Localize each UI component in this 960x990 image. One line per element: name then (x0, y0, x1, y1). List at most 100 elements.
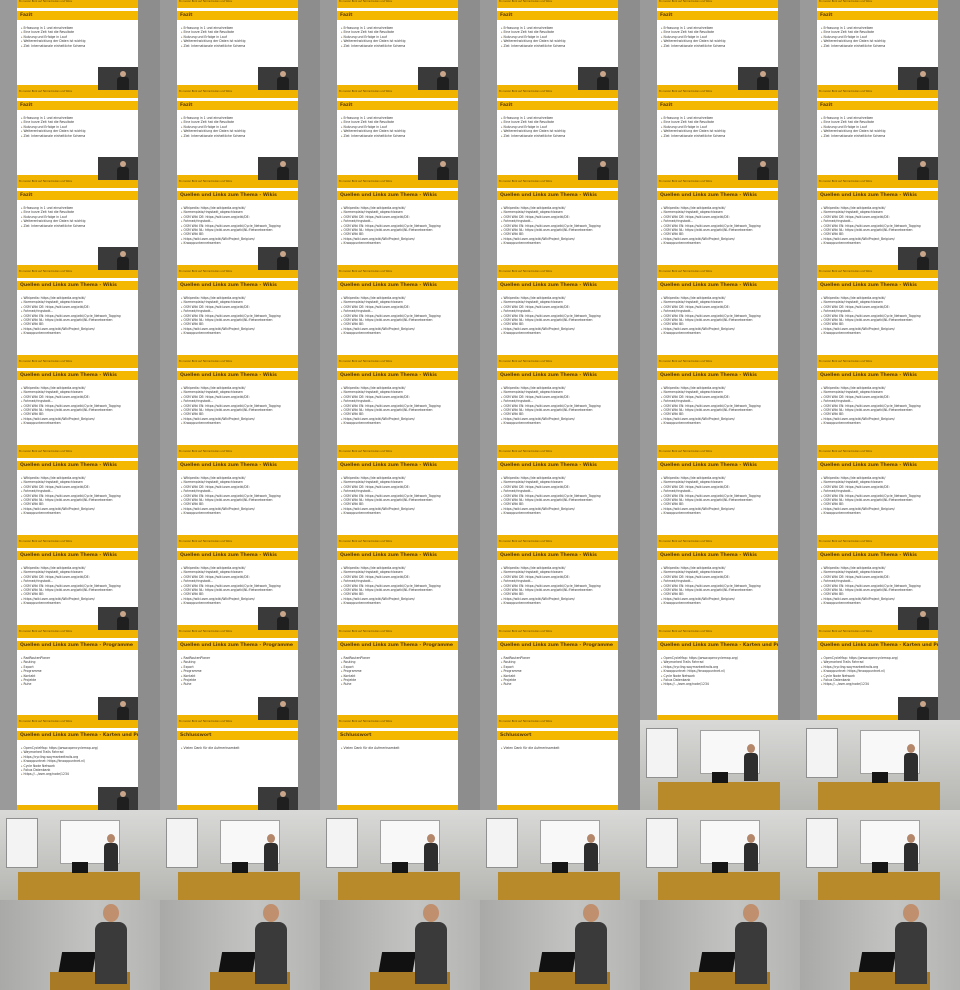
slide-bullet-list: Wikipedia: https://de.wikipedia.org/wiki… (501, 296, 616, 336)
slide-thumbnail[interactable]: Ein kurzer Blick auf Fahrradrouten und W… (480, 90, 640, 180)
slide-thumbnail[interactable]: Ein kurzer Blick auf Fahrradrouten und W… (160, 720, 320, 810)
slide-bullet: Knooppuntennetwerken (661, 511, 776, 515)
slide-thumbnail[interactable]: Ein kurzer Blick auf Fahrradrouten und W… (320, 540, 480, 630)
slide-thumbnail[interactable]: Ein kurzer Blick auf Fahrradrouten und W… (480, 540, 640, 630)
slide-thumbnail[interactable]: Ein kurzer Blick auf Fahrradrouten und W… (0, 540, 160, 630)
slide-thumbnail[interactable]: Ein kurzer Blick auf Fahrradrouten und W… (640, 540, 800, 630)
slide-thumbnail[interactable]: Ein kurzer Blick auf Fahrradrouten und W… (320, 270, 480, 360)
slide-thumbnail[interactable]: Ein kurzer Blick auf Fahrradrouten und W… (800, 540, 960, 630)
slide-thumbnail[interactable]: Ein kurzer Blick auf Fahrradrouten und W… (160, 90, 320, 180)
slide-thumbnail[interactable]: Ein kurzer Blick auf Fahrradrouten und W… (640, 360, 800, 450)
lecture-room-thumbnail[interactable] (640, 810, 800, 900)
speaker-closeup-thumbnail[interactable] (480, 900, 640, 990)
slide-thumbnail[interactable]: Ein kurzer Blick auf Fahrradrouten und W… (0, 180, 160, 270)
slide-thumbnail[interactable]: Ein kurzer Blick auf Fahrradrouten und W… (640, 90, 800, 180)
slide-bullet-list: Erfassung in 1 und einschreibenEine kurz… (661, 116, 776, 138)
slide-bullet: https://.../osm.org/node/1234 (661, 682, 776, 686)
slide-thumbnail[interactable]: Ein kurzer Blick auf Fahrradrouten und W… (480, 360, 640, 450)
speaker-closeup-thumbnail[interactable] (640, 900, 800, 990)
speaker-body (917, 77, 929, 90)
slide-thumbnail[interactable]: Ein kurzer Blick auf Fahrradrouten und W… (800, 0, 960, 90)
slide-thumbnail[interactable]: Ein kurzer Blick auf Fahrradrouten und W… (640, 270, 800, 360)
room-window (646, 818, 678, 868)
slide-bullet: Ruhe (501, 682, 616, 686)
slide-title: Schlusswort (180, 732, 212, 738)
room-desk (178, 872, 300, 900)
lecture-room-thumbnail[interactable] (160, 810, 320, 900)
slide-thumbnail[interactable]: Ein kurzer Blick auf Fahrradrouten und W… (320, 180, 480, 270)
speaker-closeup-thumbnail[interactable] (800, 900, 960, 990)
slide-page: Ein kurzer Blick auf Fahrradrouten und W… (497, 360, 618, 450)
slide-thumbnail[interactable]: Ein kurzer Blick auf Fahrradrouten und W… (480, 450, 640, 540)
slide-thumbnail[interactable]: Ein kurzer Blick auf Fahrradrouten und W… (160, 630, 320, 720)
speaker-pip (898, 157, 938, 180)
slide-page: Ein kurzer Blick auf Fahrradrouten und W… (337, 540, 458, 630)
slide-header-band: Ein kurzer Blick auf Fahrradrouten und W… (177, 270, 298, 278)
slide-bullet: Knooppuntennetwerken (821, 511, 936, 515)
slide-thumbnail[interactable]: Ein kurzer Blick auf Fahrradrouten und W… (800, 630, 960, 720)
slide-thumbnail[interactable]: Ein kurzer Blick auf Fahrradrouten und W… (160, 0, 320, 90)
slide-page: Ein kurzer Blick auf Fahrradrouten und W… (817, 450, 938, 540)
lecture-room-thumbnail[interactable] (640, 720, 800, 810)
slide-header-band: Ein kurzer Blick auf Fahrradrouten und W… (657, 360, 778, 368)
slide-thumbnail[interactable]: Ein kurzer Blick auf Fahrradrouten und W… (0, 90, 160, 180)
slide-thumbnail[interactable]: Ein kurzer Blick auf Fahrradrouten und W… (160, 450, 320, 540)
slide-thumbnail[interactable]: Ein kurzer Blick auf Fahrradrouten und W… (800, 450, 960, 540)
slide-thumbnail[interactable]: Ein kurzer Blick auf Fahrradrouten und W… (640, 180, 800, 270)
slide-thumbnail[interactable]: Ein kurzer Blick auf Fahrradrouten und W… (640, 450, 800, 540)
speaker-closeup-thumbnail[interactable] (0, 900, 160, 990)
slide-thumbnail[interactable]: Ein kurzer Blick auf Fahrradrouten und W… (160, 540, 320, 630)
slide-thumbnail[interactable]: Ein kurzer Blick auf Fahrradrouten und W… (480, 180, 640, 270)
lecture-room-thumbnail[interactable] (800, 810, 960, 900)
slide-thumbnail[interactable]: Ein kurzer Blick auf Fahrradrouten und W… (800, 90, 960, 180)
speaker-head (427, 834, 435, 843)
slide-thumbnail[interactable]: Ein kurzer Blick auf Fahrradrouten und W… (320, 0, 480, 90)
slide-title: Quellen und Links zum Thema - Karten und… (820, 642, 938, 648)
slide-thumbnail[interactable]: Ein kurzer Blick auf Fahrradrouten und W… (0, 270, 160, 360)
slide-thumbnail[interactable]: Ein kurzer Blick auf Fahrradrouten und W… (800, 360, 960, 450)
lecture-room-thumbnail[interactable] (320, 810, 480, 900)
slide-thumbnail[interactable]: Ein kurzer Blick auf Fahrradrouten und W… (0, 720, 160, 810)
slide-header-band: Ein kurzer Blick auf Fahrradrouten und W… (817, 630, 938, 638)
slide-thumbnail[interactable]: Ein kurzer Blick auf Fahrradrouten und W… (480, 270, 640, 360)
slide-bullet: Knooppuntennetwerken (21, 601, 136, 605)
lecture-room-thumbnail[interactable] (480, 810, 640, 900)
slide-title: Quellen und Links zum Thema - Wikis (500, 282, 597, 288)
slide-thumbnail[interactable]: Ein kurzer Blick auf Fahrradrouten und W… (0, 0, 160, 90)
speaker-head (743, 904, 759, 922)
speaker-closeup-thumbnail[interactable] (160, 900, 320, 990)
slide-thumbnail[interactable]: Ein kurzer Blick auf Fahrradrouten und W… (800, 180, 960, 270)
slide-page: Ein kurzer Blick auf Fahrradrouten und W… (817, 270, 938, 360)
speaker-body (575, 922, 607, 984)
slide-thumbnail[interactable]: Ein kurzer Blick auf Fahrradrouten und W… (160, 270, 320, 360)
slide-header-text: Ein kurzer Blick auf Fahrradrouten und W… (659, 270, 712, 273)
slide-side-gutter (938, 450, 960, 540)
slide-thumbnail[interactable]: Ein kurzer Blick auf Fahrradrouten und W… (160, 360, 320, 450)
slide-thumbnail[interactable]: Ein kurzer Blick auf Fahrradrouten und W… (160, 180, 320, 270)
slide-thumbnail[interactable]: Ein kurzer Blick auf Fahrradrouten und W… (640, 630, 800, 720)
slide-bullet-list: RadRoutenPlanerRoutingExportProgrammeKon… (341, 656, 456, 687)
slide-title: Quellen und Links zum Thema - Wikis (500, 372, 597, 378)
slide-thumbnail[interactable]: Ein kurzer Blick auf Fahrradrouten und W… (320, 450, 480, 540)
slide-thumbnail[interactable]: Ein kurzer Blick auf Fahrradrouten und W… (320, 720, 480, 810)
slide-thumbnail[interactable]: Ein kurzer Blick auf Fahrradrouten und W… (320, 360, 480, 450)
slide-thumbnail[interactable]: Ein kurzer Blick auf Fahrradrouten und W… (480, 0, 640, 90)
room-window (806, 728, 838, 778)
slide-thumbnail[interactable]: Ein kurzer Blick auf Fahrradrouten und W… (640, 0, 800, 90)
speaker-figure (744, 834, 758, 878)
slide-thumbnail[interactable]: Ein kurzer Blick auf Fahrradrouten und W… (320, 630, 480, 720)
slide-thumbnail[interactable]: Ein kurzer Blick auf Fahrradrouten und W… (0, 450, 160, 540)
room-desk (818, 872, 940, 900)
slide-thumbnail[interactable]: Ein kurzer Blick auf Fahrradrouten und W… (0, 360, 160, 450)
slide-thumbnail[interactable]: Ein kurzer Blick auf Fahrradrouten und W… (320, 90, 480, 180)
slide-title: Quellen und Links zum Thema - Wikis (500, 552, 597, 558)
slide-thumbnail[interactable]: Ein kurzer Blick auf Fahrradrouten und W… (800, 270, 960, 360)
slide-header-text: Ein kurzer Blick auf Fahrradrouten und W… (819, 180, 872, 183)
slide-thumbnail[interactable]: Ein kurzer Blick auf Fahrradrouten und W… (480, 720, 640, 810)
slide-thumbnail[interactable]: Ein kurzer Blick auf Fahrradrouten und W… (0, 630, 160, 720)
lecture-room-thumbnail[interactable] (0, 810, 160, 900)
slide-thumbnail[interactable]: Ein kurzer Blick auf Fahrradrouten und W… (480, 630, 640, 720)
speaker-closeup-thumbnail[interactable] (320, 900, 480, 990)
lecture-room-thumbnail[interactable] (800, 720, 960, 810)
room-window (806, 818, 838, 868)
